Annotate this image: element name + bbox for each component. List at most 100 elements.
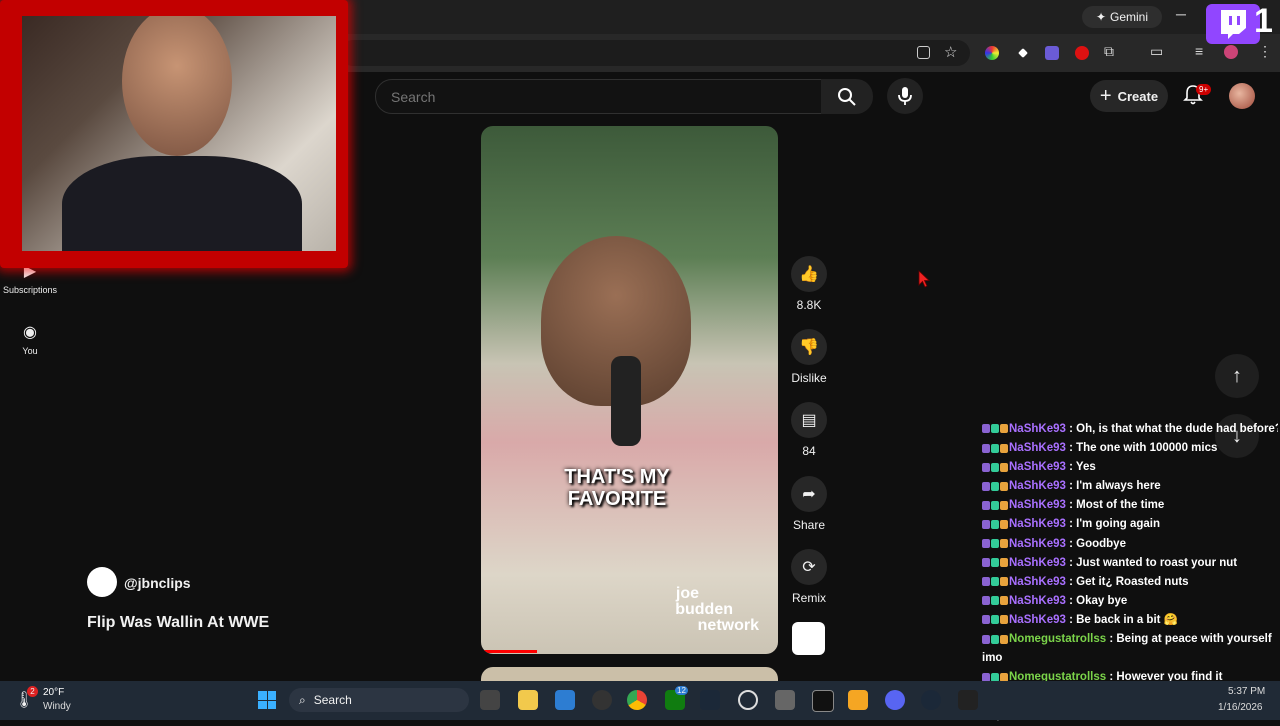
- microphone-icon: [898, 87, 912, 105]
- webcam-overlay: [0, 0, 348, 268]
- weather-temperature[interactable]: 20°F: [43, 687, 64, 698]
- notification-badge: 9+: [1196, 84, 1212, 95]
- mouse-cursor-icon: [918, 270, 930, 288]
- create-label: Create: [1117, 88, 1159, 104]
- watermark-line-1: joe: [675, 585, 699, 602]
- obs-icon[interactable]: [738, 690, 758, 710]
- extensions-puzzle-icon[interactable]: ⧉: [1104, 43, 1114, 60]
- extension-twitch-icon[interactable]: [1045, 46, 1059, 60]
- discord-icon[interactable]: [885, 690, 905, 710]
- chat-username: Nomegustatrollss: [1009, 633, 1107, 646]
- video-progress-bar[interactable]: [481, 650, 538, 653]
- search-button[interactable]: [821, 79, 873, 114]
- chat-badge-icon: [982, 558, 990, 568]
- chat-badge-icon: [1000, 634, 1008, 644]
- clock-date[interactable]: 1/16/2026: [1218, 702, 1263, 713]
- weather-badge: 2: [27, 686, 38, 697]
- search-icon: [838, 87, 856, 106]
- windows-start-icon[interactable]: [258, 691, 276, 709]
- chat-message: NaShKe93 : Be back in a bit 🤗: [982, 611, 1278, 630]
- app-icon-dark[interactable]: [958, 690, 978, 710]
- steam-icon[interactable]: [700, 690, 720, 710]
- clock-time[interactable]: 5:37 PM: [1228, 686, 1265, 697]
- search-icon: ⌕: [299, 692, 306, 707]
- video-caption: THAT'S MY FAVORITE: [481, 466, 753, 510]
- chat-text: Being at peace with yourself: [1116, 633, 1272, 646]
- chat-text: I'm always here: [1076, 480, 1161, 493]
- chat-badge-icon: [1000, 500, 1008, 510]
- network-watermark: joe budden network: [655, 586, 759, 634]
- extension-color-icon[interactable]: [985, 46, 999, 60]
- chat-badge-icon: [1000, 558, 1008, 568]
- chat-badge-icon: [991, 519, 999, 529]
- extension-red-icon[interactable]: [1075, 46, 1089, 60]
- app-icon-red-dot[interactable]: [592, 690, 612, 710]
- remix-button[interactable]: ⟳ Remix: [788, 549, 830, 605]
- share-button[interactable]: ➦ Share: [788, 476, 830, 532]
- short-video-player[interactable]: THAT'S MY FAVORITE joe budden network: [481, 126, 778, 654]
- nav-you[interactable]: ◉ You: [0, 322, 60, 356]
- chat-badge-icon: [1000, 462, 1008, 472]
- chat-badge-icon: [982, 462, 990, 472]
- app-icon-generic[interactable]: [775, 690, 795, 710]
- chat-badge-icon: [1000, 577, 1008, 587]
- twitch-logo-icon: [1206, 4, 1260, 44]
- chat-badge-icon: [1000, 443, 1008, 453]
- voice-search-button[interactable]: [887, 78, 923, 114]
- steam-alt-icon[interactable]: [921, 690, 941, 710]
- chat-text: Get it¿ Roasted nuts: [1076, 575, 1189, 588]
- store-icon[interactable]: [555, 690, 575, 710]
- browser-menu-icon[interactable]: ⋮: [1258, 43, 1272, 60]
- epic-games-icon[interactable]: [812, 690, 834, 712]
- side-panel-icon[interactable]: ▭: [1150, 43, 1163, 60]
- twitch-counter: 1: [1254, 2, 1273, 40]
- chat-badge-icon: [982, 615, 990, 625]
- chat-username: NaShKe93: [1009, 575, 1066, 588]
- create-button[interactable]: + Create: [1090, 80, 1168, 112]
- address-bar[interactable]: [340, 40, 970, 66]
- gemini-button[interactable]: ✦ Gemini: [1082, 6, 1162, 28]
- channel-handle[interactable]: @jbnclips: [124, 575, 191, 591]
- taskbar-search[interactable]: ⌕ Search: [289, 688, 469, 712]
- account-avatar[interactable]: [1229, 83, 1255, 109]
- chat-badge-icon: [991, 481, 999, 491]
- dislike-label: Dislike: [791, 371, 827, 385]
- chrome-icon[interactable]: [627, 690, 647, 710]
- install-app-icon[interactable]: [917, 46, 930, 59]
- channel-thumbnail[interactable]: [792, 622, 825, 655]
- like-button[interactable]: 👍 8.8K: [788, 256, 830, 312]
- task-view-icon[interactable]: [480, 690, 500, 710]
- search-box[interactable]: [375, 79, 823, 114]
- chat-badge-icon: [991, 424, 999, 434]
- profile-avatar[interactable]: [1224, 45, 1238, 59]
- chat-username: NaShKe93: [1009, 613, 1066, 626]
- chat-message: NaShKe93 : Get it¿ Roasted nuts: [982, 573, 1278, 592]
- chat-badge-icon: [1000, 481, 1008, 491]
- plus-icon: +: [1099, 84, 1112, 107]
- file-explorer-icon[interactable]: [518, 690, 538, 710]
- chat-badge-icon: [991, 539, 999, 549]
- chat-badge-icon: [991, 634, 999, 644]
- chat-badge-icon: [982, 596, 990, 606]
- chat-username: NaShKe93: [1009, 518, 1066, 531]
- stream-chat-overlay: NaShKe93 : Oh, is that what the dude had…: [982, 420, 1278, 726]
- bookmark-star-icon[interactable]: ☆: [944, 43, 957, 61]
- dislike-button[interactable]: 👎 Dislike: [788, 329, 830, 385]
- minimize-button[interactable]: ─: [1176, 6, 1186, 22]
- channel-avatar[interactable]: [87, 567, 117, 597]
- chat-message: NaShKe93 : Okay bye: [982, 592, 1278, 611]
- thumbs-down-icon: 👎: [799, 339, 819, 356]
- reading-list-icon[interactable]: ≡: [1195, 43, 1203, 59]
- comments-button[interactable]: ▤ 84: [788, 402, 830, 458]
- chat-message: imo: [982, 649, 1278, 668]
- chat-badge-icon: [1000, 424, 1008, 434]
- video-title: Flip Was Wallin At WWE: [87, 614, 270, 631]
- previous-short-button[interactable]: ↑: [1215, 354, 1259, 398]
- watermark-line-2: budden: [675, 601, 733, 618]
- rockstar-icon[interactable]: [848, 690, 868, 710]
- chat-username: NaShKe93: [1009, 442, 1066, 455]
- search-input[interactable]: [389, 88, 793, 106]
- chat-badge-icon: [982, 577, 990, 587]
- chat-badge-icon: [991, 462, 999, 472]
- weather-condition[interactable]: Windy: [43, 701, 71, 712]
